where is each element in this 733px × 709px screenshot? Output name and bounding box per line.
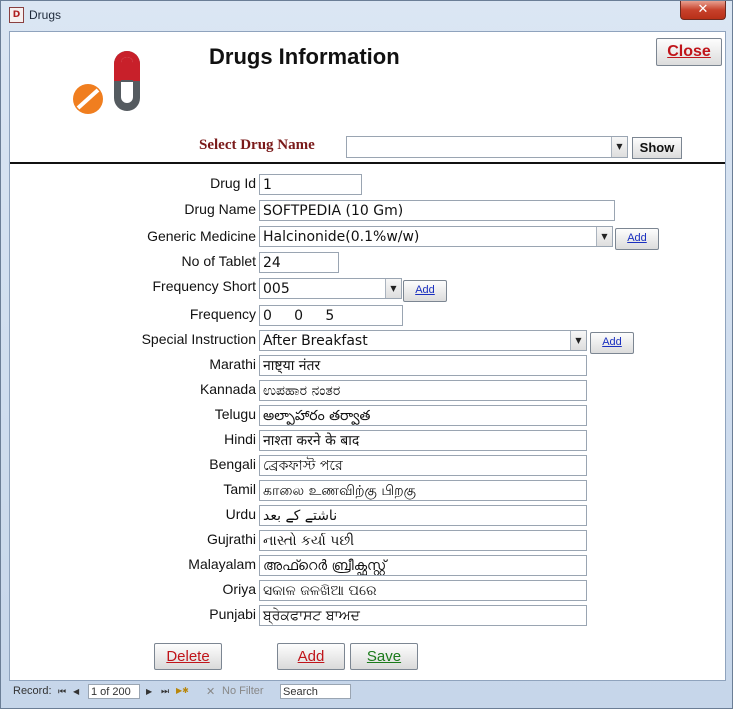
translation-label-punjabi: Punjabi	[209, 606, 256, 622]
translation-field-hindi[interactable]: नाश्ता करने के बाद	[259, 430, 587, 451]
page-title: Drugs Information	[209, 44, 400, 69]
chevron-down-icon[interactable]: ▼	[385, 279, 401, 298]
new-record-icon[interactable]: ▶✱	[176, 686, 189, 695]
translation-field-tamil[interactable]: காலை உணவிற்கு பிறகு	[259, 480, 587, 501]
add-instruction-button[interactable]: Add	[590, 332, 634, 354]
special-instruction-value: After Breakfast	[263, 333, 368, 349]
translation-label-oriya: Oriya	[222, 581, 256, 597]
frequency-field[interactable]: 0 0 5	[259, 305, 403, 326]
translation-field-marathi[interactable]: नाष्ट्या नंतर	[259, 355, 587, 376]
no-filter-button[interactable]: No Filter	[222, 685, 264, 697]
translation-value: காலை உணவிற்கு பிறகு	[263, 483, 417, 499]
pill-logo-icon	[73, 51, 140, 114]
translation-label-malayalam: Malayalam	[188, 556, 256, 572]
show-button[interactable]: Show	[632, 137, 682, 159]
translation-field-bengali[interactable]: ব্রেকফাস্ট পরে	[259, 455, 587, 476]
last-record-icon[interactable]: ⏭	[161, 686, 169, 697]
frequency-short-value: 005	[263, 281, 290, 297]
search-label: Search	[283, 686, 318, 698]
frequency-short-dropdown[interactable]: 005 ▼	[259, 278, 402, 299]
drug-name-field[interactable]: SOFTPEDIA (10 Gm)	[259, 200, 615, 221]
translation-field-telugu[interactable]: అల్పాహారం తర్వాత	[259, 405, 587, 426]
chevron-down-icon[interactable]: ▼	[611, 137, 627, 157]
translation-value: नाश्ता करने के बाद	[263, 433, 360, 449]
drug-name-value: SOFTPEDIA (10 Gm)	[263, 203, 404, 219]
chevron-down-icon[interactable]: ▼	[570, 331, 586, 350]
translation-label-bengali: Bengali	[209, 456, 256, 472]
app-icon: D	[9, 7, 24, 23]
save-button[interactable]: Save	[350, 643, 418, 670]
translation-field-kannada[interactable]: ಉಪಹಾರ ನಂತರ	[259, 380, 587, 401]
record-navigation-bar: Record: ⏮ ◀ 1 of 200 ▶ ⏭ ▶✱ ✕ No Filter …	[9, 682, 724, 702]
record-position-value: 1 of 200	[91, 686, 131, 698]
record-label: Record:	[13, 685, 52, 697]
translation-value: नाष्ट्या नंतर	[263, 358, 321, 374]
delete-button[interactable]: Delete	[154, 643, 222, 670]
translation-value: ಉಪಹಾರ ನಂತರ	[263, 383, 341, 399]
translation-value: ব্রেকফাস্ট পরে	[263, 458, 343, 474]
translation-value: ਬ੍ਰੇਕਫਾਸਟ ਬਾਅਦ	[263, 608, 360, 624]
chevron-down-icon[interactable]: ▼	[596, 227, 612, 246]
divider	[10, 162, 725, 164]
search-input[interactable]: Search	[280, 684, 351, 699]
frequency-short-label: Frequency Short	[152, 278, 257, 294]
translation-label-hindi: Hindi	[224, 431, 256, 447]
translation-value: അഫ്റെർ ബ്രീക്ഫസ്റ്റ്	[263, 558, 387, 574]
select-drug-dropdown[interactable]: ▼	[346, 136, 628, 158]
next-record-icon[interactable]: ▶	[146, 687, 152, 696]
translation-field-punjabi[interactable]: ਬ੍ਰੇਕਫਾਸਟ ਬਾਅਦ	[259, 605, 587, 626]
drug-id-field[interactable]: 1	[259, 174, 362, 195]
no-of-tablet-value: 24	[263, 255, 281, 271]
previous-record-icon[interactable]: ◀	[73, 687, 79, 696]
translation-label-tamil: Tamil	[223, 481, 256, 497]
generic-medicine-label: Generic Medicine	[147, 228, 256, 244]
generic-medicine-dropdown[interactable]: Halcinonide(0.1%w/w) ▼	[259, 226, 613, 247]
drugs-window: D Drugs ✕ Drugs Information Close Select…	[0, 0, 733, 709]
first-record-icon[interactable]: ⏮	[58, 686, 66, 697]
translation-field-oriya[interactable]: ସକାଳ ଜଳଖିଆ ପରେ	[259, 580, 587, 601]
translation-value: નાસ્તો કર્યા પછી	[263, 533, 355, 549]
frequency-value: 0 0 5	[263, 308, 335, 324]
close-button[interactable]: Close	[656, 38, 722, 66]
filter-icon: ✕	[206, 686, 216, 698]
translation-label-marathi: Marathi	[209, 356, 256, 372]
add-button[interactable]: Add	[277, 643, 345, 670]
translation-label-telugu: Telugu	[214, 406, 256, 422]
translation-label-kannada: Kannada	[199, 381, 256, 397]
title-bar: D Drugs ✕	[1, 1, 732, 31]
translation-field-gujrathi[interactable]: નાસ્તો કર્યા પછી	[259, 530, 587, 551]
translation-value: అల్పాహారం తర్వాత	[263, 408, 371, 424]
drug-name-label: Drug Name	[184, 201, 256, 217]
translation-field-malayalam[interactable]: അഫ്റെർ ബ്രീക്ഫസ്റ്റ്	[259, 555, 587, 576]
translation-label-gujrathi: Gujrathi	[206, 531, 256, 547]
translation-field-urdu[interactable]: ناشتے کے بعد	[259, 505, 587, 526]
translation-value: ସକାଳ ଜଳଖିଆ ପରେ	[263, 583, 377, 599]
select-drug-label: Select Drug Name	[199, 137, 315, 153]
translation-label-urdu: Urdu	[225, 506, 256, 522]
frequency-label: Frequency	[189, 306, 256, 322]
translation-value: ناشتے کے بعد	[263, 508, 338, 524]
drug-id-value: 1	[263, 177, 272, 193]
no-of-tablet-label: No of Tablet	[181, 253, 256, 269]
no-of-tablet-field[interactable]: 24	[259, 252, 339, 273]
special-instruction-label: Special Instruction	[141, 331, 256, 347]
add-frequency-button[interactable]: Add	[403, 280, 447, 302]
add-generic-button[interactable]: Add	[615, 228, 659, 250]
form-area: Drugs Information Close Select Drug Name…	[9, 31, 726, 681]
special-instruction-dropdown[interactable]: After Breakfast ▼	[259, 330, 587, 351]
generic-medicine-value: Halcinonide(0.1%w/w)	[263, 229, 420, 245]
window-title: Drugs	[29, 8, 62, 22]
record-position-field[interactable]: 1 of 200	[88, 684, 140, 699]
drug-id-label: Drug Id	[210, 175, 256, 191]
window-close-button[interactable]: ✕	[680, 1, 726, 20]
